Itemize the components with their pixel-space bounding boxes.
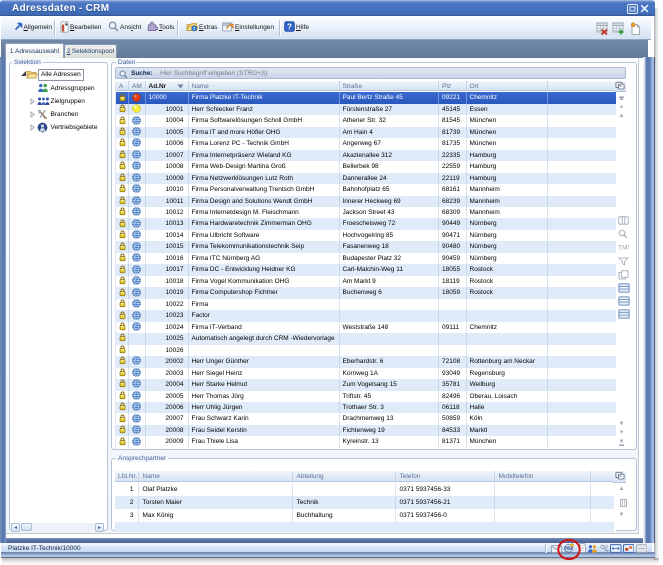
svg-text:TMS: TMS	[618, 245, 629, 252]
svg-text:?: ?	[287, 22, 292, 31]
